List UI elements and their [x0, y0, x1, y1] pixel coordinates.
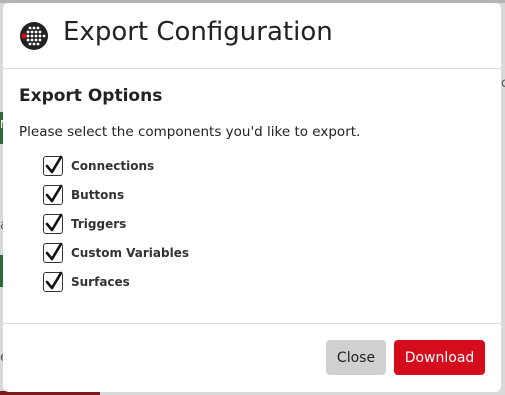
custom-variables-label: Custom Variables — [71, 245, 189, 260]
checkmark-icon — [45, 155, 63, 173]
section-title: Export Options — [19, 86, 163, 106]
checkmark-icon — [45, 242, 63, 260]
connections-checkbox[interactable] — [43, 155, 63, 176]
checkmark-icon — [45, 271, 63, 289]
background-text-fragment: c — [501, 76, 505, 91]
option-surfaces[interactable]: Surfaces — [43, 267, 189, 296]
checkmark-icon — [45, 213, 63, 231]
modal-header: Export Configuration — [3, 3, 501, 69]
option-triggers[interactable]: Triggers — [43, 209, 189, 238]
buttons-checkbox[interactable] — [43, 184, 63, 205]
option-custom-variables[interactable]: Custom Variables — [43, 238, 189, 267]
option-connections[interactable]: Connections — [43, 151, 189, 180]
option-buttons[interactable]: Buttons — [43, 180, 189, 209]
modal-body: Export Options Please select the compone… — [3, 69, 501, 323]
surfaces-checkbox[interactable] — [43, 271, 63, 292]
buttons-label: Buttons — [71, 187, 125, 202]
triggers-label: Triggers — [71, 216, 127, 231]
triggers-checkbox[interactable] — [43, 213, 63, 234]
modal-footer: Close Download — [3, 323, 501, 392]
export-options-list: Connections Buttons Triggers Custom Vari… — [43, 151, 189, 296]
close-button[interactable]: Close — [326, 340, 386, 375]
export-configuration-modal: Export Configuration Export Options Plea… — [3, 3, 501, 392]
checkmark-icon — [45, 184, 63, 202]
download-button[interactable]: Download — [394, 340, 485, 375]
instructions-text: Please select the components you'd like … — [19, 124, 361, 140]
custom-variables-checkbox[interactable] — [43, 242, 63, 263]
connections-label: Connections — [71, 158, 155, 173]
companion-logo-icon — [19, 21, 49, 51]
modal-title: Export Configuration — [63, 17, 333, 47]
surfaces-label: Surfaces — [71, 274, 130, 289]
